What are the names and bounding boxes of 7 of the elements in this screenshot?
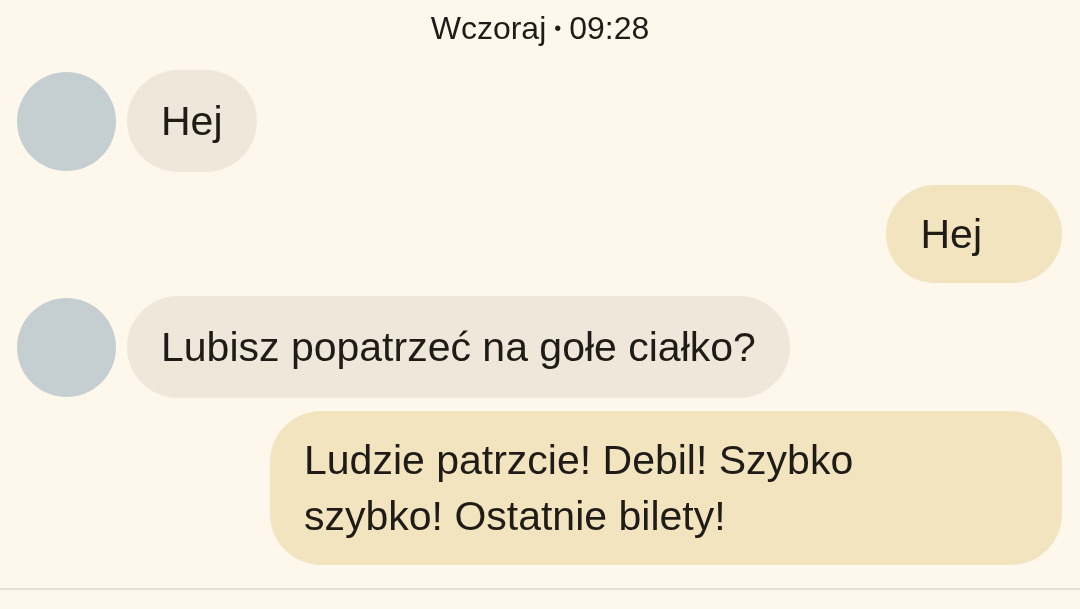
separator-dot: • [554,16,562,41]
time-label: 09:28 [569,9,650,48]
message-bubble: Hej [886,185,1062,283]
message-bubble: Hej [127,70,257,172]
message-bubble: Lubisz popatrzeć na gołe ciałko? [127,296,790,398]
date-label: Wczoraj [430,9,547,48]
message-bubble: Ludzie patrzcie! Debil! Szybko szybko! Ostatnie bilety! [270,411,1062,565]
